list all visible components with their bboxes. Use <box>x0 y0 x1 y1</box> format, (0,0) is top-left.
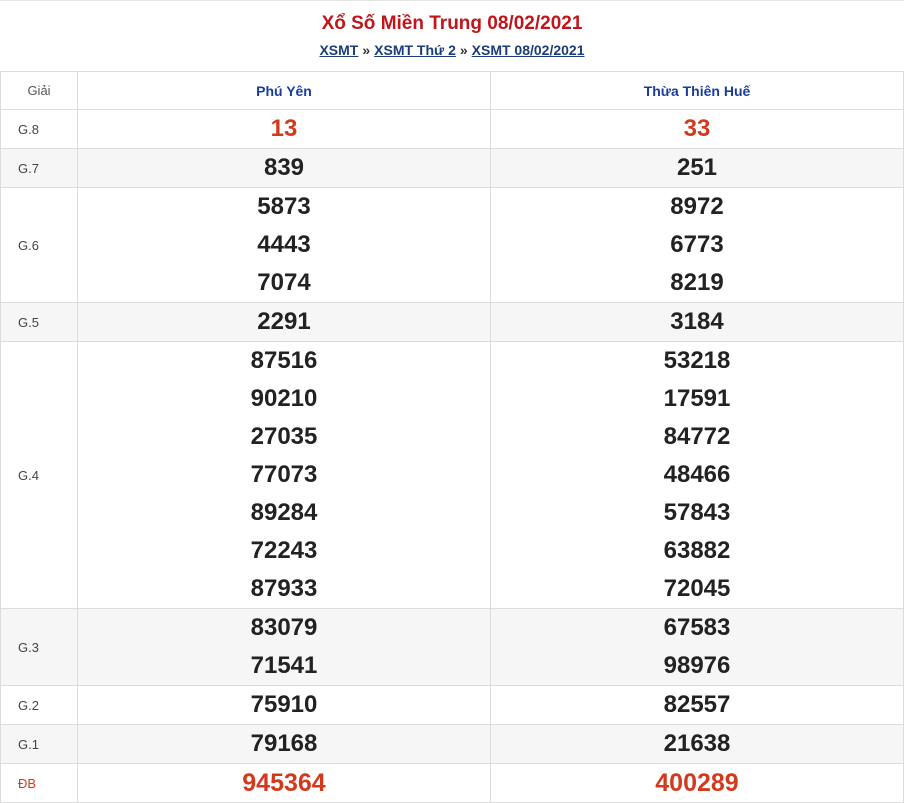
breadcrumb-separator: » <box>459 42 468 58</box>
result-cell-phu-yen: 13 <box>77 109 491 149</box>
result-cell-thua-thien-hue: 21638 <box>490 724 904 764</box>
result-cell-thua-thien-hue: 400289 <box>490 763 904 803</box>
result-number: 87933 <box>250 575 318 602</box>
table-row: G.2 75910 82557 <box>0 685 904 725</box>
table-row: G.8 13 33 <box>0 109 904 149</box>
result-number: 400289 <box>655 769 739 797</box>
result-number: 48466 <box>663 461 731 488</box>
breadcrumb-separator: » <box>362 42 371 58</box>
prize-label: G.5 <box>0 302 78 342</box>
result-number: 84772 <box>663 423 731 450</box>
result-number: 77073 <box>250 461 318 488</box>
breadcrumb-link-xsmt-date[interactable]: XSMT 08/02/2021 <box>472 42 585 58</box>
prize-column-header: Giải <box>0 71 78 110</box>
province-header-thua-thien-hue: Thừa Thiên Huế <box>490 71 904 110</box>
table-row: G.3 83079 71541 67583 98976 <box>0 608 904 686</box>
results-header: Xổ Số Miền Trung 08/02/2021 XSMT» XSMT Th… <box>0 0 904 71</box>
result-cell-phu-yen: 5873 4443 7074 <box>77 187 491 303</box>
result-number: 87516 <box>250 347 318 374</box>
result-number: 21638 <box>663 730 731 757</box>
table-row: G.4 87516 90210 27035 77073 89284 72243 87933 53… <box>0 341 904 609</box>
result-number: 98976 <box>663 652 731 679</box>
prize-label: G.3 <box>0 608 78 686</box>
result-cell-phu-yen: 83079 71541 <box>77 608 491 686</box>
result-number: 82557 <box>663 691 731 718</box>
breadcrumb: XSMT» XSMT Thứ 2» XSMT 08/02/2021 <box>0 41 904 59</box>
result-number: 90210 <box>250 385 318 412</box>
result-cell-thua-thien-hue: 8972 6773 8219 <box>490 187 904 303</box>
result-number: 75910 <box>250 691 318 718</box>
result-number: 2291 <box>257 308 311 335</box>
result-number: 839 <box>263 154 305 181</box>
result-number: 4443 <box>257 231 311 258</box>
table-row: G.5 2291 3184 <box>0 302 904 342</box>
result-cell-thua-thien-hue: 53218 17591 84772 48466 57843 63882 72045 <box>490 341 904 609</box>
results-page: Xổ Số Miền Trung 08/02/2021 XSMT» XSMT Th… <box>0 0 904 803</box>
table-row: G.7 839 251 <box>0 148 904 188</box>
result-cell-phu-yen: 87516 90210 27035 77073 89284 72243 87933 <box>77 341 491 609</box>
prize-label: G.6 <box>0 187 78 303</box>
result-cell-phu-yen: 75910 <box>77 685 491 725</box>
result-number: 71541 <box>250 652 318 679</box>
province-header-phu-yen: Phú Yên <box>77 71 491 110</box>
result-number: 72243 <box>250 537 318 564</box>
prize-label: G.8 <box>0 109 78 149</box>
prize-label: G.4 <box>0 341 78 609</box>
result-number: 7074 <box>257 269 311 296</box>
table-row: G.6 5873 4443 7074 8972 6773 8219 <box>0 187 904 303</box>
result-cell-phu-yen: 2291 <box>77 302 491 342</box>
result-number: 945364 <box>242 769 326 797</box>
table-header-row: Giải Phú Yên Thừa Thiên Huế <box>0 71 904 110</box>
result-number: 83079 <box>250 614 318 641</box>
result-number: 53218 <box>663 347 731 374</box>
prize-label: ĐB <box>0 763 78 803</box>
results-table: Giải Phú Yên Thừa Thiên Huế G.8 13 33 G.7 83… <box>0 71 904 803</box>
table-row: ĐB 945364 400289 <box>0 763 904 803</box>
result-number: 17591 <box>663 385 731 412</box>
result-number: 67583 <box>663 614 731 641</box>
result-number: 5873 <box>257 193 311 220</box>
prize-label: G.7 <box>0 148 78 188</box>
table-row: G.1 79168 21638 <box>0 724 904 764</box>
result-number: 8972 <box>670 193 724 220</box>
result-number: 13 <box>270 115 298 142</box>
result-cell-thua-thien-hue: 33 <box>490 109 904 149</box>
prize-label: G.1 <box>0 724 78 764</box>
result-number: 57843 <box>663 499 731 526</box>
result-number: 8219 <box>670 269 724 296</box>
result-number: 89284 <box>250 499 318 526</box>
result-cell-phu-yen: 945364 <box>77 763 491 803</box>
result-cell-thua-thien-hue: 3184 <box>490 302 904 342</box>
prize-label: G.2 <box>0 685 78 725</box>
result-number: 33 <box>683 115 711 142</box>
breadcrumb-link-xsmt[interactable]: XSMT <box>319 42 358 58</box>
result-number: 27035 <box>250 423 318 450</box>
prize-rows: G.8 13 33 G.7 839 251 G.6 5873 4443 7074 8972 6773 8… <box>0 109 904 803</box>
result-cell-phu-yen: 839 <box>77 148 491 188</box>
result-cell-thua-thien-hue: 82557 <box>490 685 904 725</box>
result-number: 63882 <box>663 537 731 564</box>
result-number: 72045 <box>663 575 731 602</box>
page-title: Xổ Số Miền Trung 08/02/2021 <box>321 13 583 34</box>
result-number: 6773 <box>670 231 724 258</box>
result-cell-thua-thien-hue: 251 <box>490 148 904 188</box>
breadcrumb-link-xsmt-thu-2[interactable]: XSMT Thứ 2 <box>374 42 456 58</box>
result-cell-phu-yen: 79168 <box>77 724 491 764</box>
result-number: 3184 <box>670 308 724 335</box>
result-number: 79168 <box>250 730 318 757</box>
result-number: 251 <box>676 154 718 181</box>
result-cell-thua-thien-hue: 67583 98976 <box>490 608 904 686</box>
